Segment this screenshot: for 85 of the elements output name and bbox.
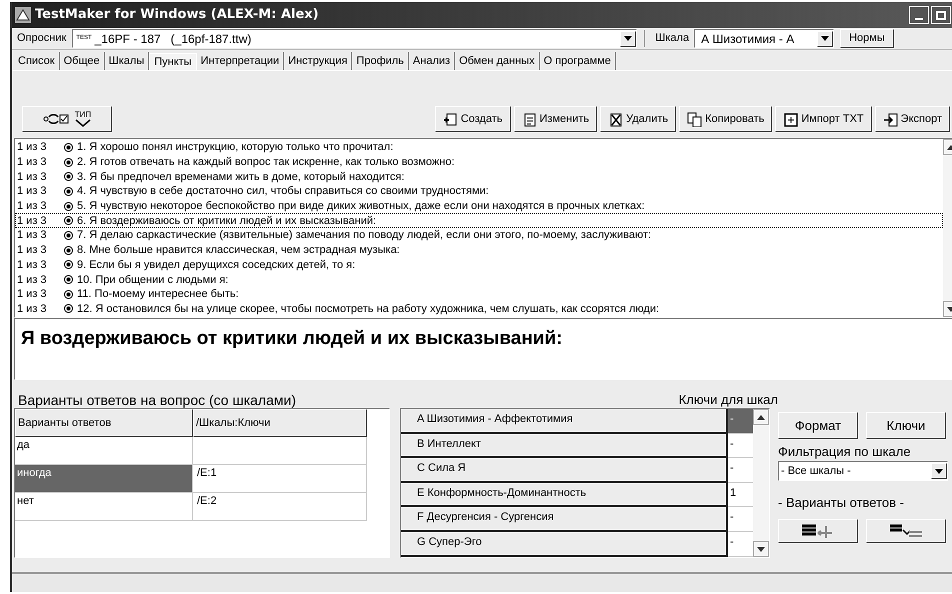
column-header[interactable]: /Шкалы:Ключи [193, 409, 367, 437]
list-item[interactable]: 1 из 3 11. По-моему интереснее быть: [15, 286, 943, 302]
radio-dot-icon [64, 142, 73, 152]
radio-dot-icon [64, 158, 73, 167]
toolbar-button[interactable]: Копировать [679, 106, 772, 132]
key-value-cell[interactable]: - [728, 409, 753, 434]
app-icon [15, 7, 31, 23]
table-cell[interactable]: нет [15, 493, 193, 521]
radio-dot-icon [64, 186, 73, 196]
tab[interactable]: Анализ [408, 52, 456, 70]
scale-row-header[interactable]: A Шизотимия - Аффектотимия [401, 409, 728, 434]
keys-title: Ключи для шкал [678, 391, 778, 406]
answers-title: Варианты ответов на вопрос (со шкалами) [17, 391, 297, 406]
scale-row-header[interactable]: G Супер-Эго [401, 532, 728, 557]
scrollbar[interactable] [753, 409, 769, 557]
list-item[interactable]: 1 из 3 4. Я чувствую в себе достаточно сил, чтобы справиться со своими трудностями: [15, 184, 943, 199]
tab[interactable]: Пункты [149, 53, 197, 71]
maximize-icon[interactable] [931, 6, 951, 24]
toolbar-button[interactable]: Удалить [600, 106, 676, 132]
column-header[interactable]: Варианты ответов [15, 409, 193, 437]
list-add-icon [801, 524, 835, 538]
edit-document-icon [522, 112, 536, 126]
list-item[interactable]: 1 из 3 3. Я бы предпочел временами жить в доме, который находится: [15, 169, 943, 184]
sync-type-button[interactable]: ТИП [22, 106, 112, 132]
export-icon [882, 112, 898, 126]
list-item[interactable]: 1 из 3 12. Я остановился бы на улице скорее, чтобы посмотреть на работу художника, чем слушать, как ссорятся люди: [15, 302, 943, 316]
refresh-check-icon [42, 112, 69, 126]
list-item[interactable]: 1 из 3 10. При общении с людьми я: [15, 272, 943, 287]
scale-filter-select[interactable]: - Все шкалы - [778, 461, 948, 481]
keys-button[interactable]: Ключи [866, 412, 946, 439]
questionnaire-label: Опросник [16, 31, 68, 46]
insert-answer-button[interactable] [866, 518, 946, 542]
filter-label: Фильтрация по шкале [778, 445, 912, 459]
window-title: TestMaker for Windows (ALEX-M: Alex) [35, 6, 320, 24]
list-item[interactable]: 1 из 3 1. Я хорошо понял инструкцию, которую только что прочитал: [15, 140, 943, 155]
add-answer-button[interactable] [778, 518, 858, 542]
scale-row-header[interactable]: C Сила Я [401, 458, 728, 483]
scale-select[interactable]: А Шизотимия - А [694, 29, 834, 48]
radio-dot-icon [64, 304, 73, 314]
toolbar-button[interactable]: Импорт TXT [775, 106, 872, 132]
tab[interactable]: Обмен данных [455, 52, 540, 70]
scroll-down-icon[interactable] [753, 541, 769, 557]
table-cell[interactable]: /E:2 [193, 493, 367, 521]
radio-dot-icon [64, 172, 73, 182]
radio-dot-icon [64, 275, 73, 284]
delete-document-icon [608, 112, 624, 126]
answers-section-label: - Варианты ответов - [778, 494, 905, 512]
scroll-up-icon[interactable] [753, 409, 769, 425]
scale-label: Шкала [644, 30, 692, 47]
radio-dot-icon [64, 216, 73, 226]
norms-button[interactable]: Нормы [840, 29, 894, 48]
list-item[interactable]: 1 из 3 2. Я готов отвечать на каждый вопрос так искренне, как только возможно: [15, 154, 943, 170]
tab[interactable]: Список [14, 52, 60, 70]
toolbar-button[interactable]: Создать [434, 106, 510, 132]
scale-row-header[interactable]: B Интеллект [401, 434, 728, 458]
question-text: Я воздерживаюсь от критики людей и их высказываний: [21, 328, 562, 349]
toolbar-button[interactable]: Экспорт [874, 106, 950, 132]
radio-dot-icon [64, 246, 73, 255]
minimize-icon[interactable] [909, 6, 929, 24]
tab[interactable]: Общее [60, 52, 105, 70]
copy-documents-icon [687, 112, 702, 126]
radio-dot-icon [64, 230, 73, 240]
scale-row-header[interactable]: E Конформность-Доминантность [401, 482, 728, 508]
table-cell[interactable] [193, 437, 367, 465]
type-filter-label: ТИП [74, 111, 92, 127]
list-item[interactable]: 1 из 3 9. Если бы я увидел дерущихся соседских детей, то я: [15, 258, 943, 272]
list-item[interactable]: 1 из 3 5. Я чувствую некоторое беспокойство при виде диких животных, даже если они находятся в прочных клетках: [15, 198, 943, 214]
list-item[interactable]: 1 из 3 6. Я воздерживаюсь от критики людей и их высказываний: [15, 213, 943, 228]
tab[interactable]: Интерпретации [196, 52, 284, 70]
radio-dot-icon [64, 290, 73, 299]
list-insert-icon [889, 524, 923, 538]
list-item[interactable]: 1 из 3 7. Я делаю саркастические (язвительные) замечания по поводу людей, если они этого, по-моему, заслуживают: [15, 228, 943, 243]
scale-row-header[interactable]: F Десургенсия - Сургенсия [401, 507, 728, 532]
toolbar-button[interactable]: Изменить [514, 106, 598, 132]
import-icon [783, 112, 798, 126]
format-button[interactable]: Формат [778, 412, 858, 439]
list-item[interactable]: 1 из 3 8. Мне больше нравится классическая, чем эстрадная музыка: [15, 242, 943, 258]
radio-dot-icon [64, 260, 73, 270]
tab[interactable]: Профиль [352, 52, 409, 70]
table-cell[interactable]: иногда [15, 465, 193, 493]
tab[interactable]: О программе [540, 52, 616, 70]
tab[interactable]: Инструкция [284, 52, 352, 70]
table-cell[interactable]: /E:1 [193, 465, 367, 493]
new-document-icon [442, 112, 458, 126]
radio-dot-icon [64, 202, 73, 211]
